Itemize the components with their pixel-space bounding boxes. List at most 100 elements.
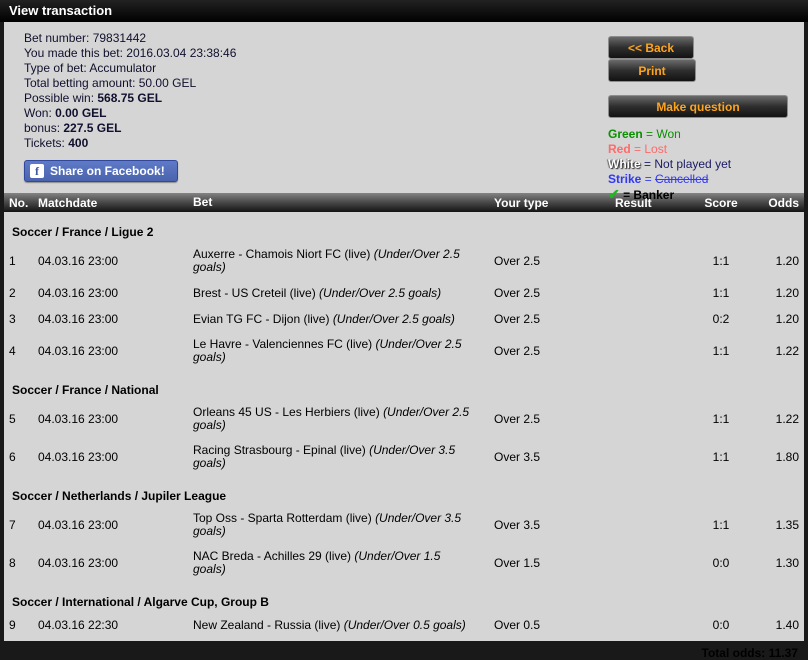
share-facebook-label: Share on Facebook! [50,164,165,178]
info-label: You made this bet: [24,46,126,60]
row-number: 9 [4,618,38,632]
info-label: Won: [24,106,55,120]
view-transaction-window: View transaction Bet number: 79831442You… [0,0,808,645]
info-value: 0.00 GEL [55,106,106,120]
bet-cell: Evian TG FC - Dijon (live) (Under/Over 2… [193,313,489,326]
info-line: Won: 0.00 GEL [24,106,236,121]
col-no: No. [4,196,38,210]
bet-info: Bet number: 79831442You made this bet: 2… [24,31,236,182]
odds: 1.35 [743,518,804,532]
info-value: 568.75 GEL [97,91,162,105]
legend-value: Lost [644,142,667,156]
share-facebook-button[interactable]: f Share on Facebook! [24,160,178,182]
page-title: View transaction [0,0,808,22]
actions-column: << Back Print Make question Green = WonR… [608,36,790,203]
score: 1:1 [699,254,743,268]
matchdate: 04.03.16 23:00 [38,286,193,300]
info-value: 227.5 GEL [63,121,121,135]
your-type: Over 0.5 [489,618,611,632]
info-label: Possible win: [24,91,97,105]
col-your-type: Your type [489,196,611,210]
legend-equals: = [620,188,634,202]
legend-item-banker: ✔ = Banker [608,187,790,203]
back-button[interactable]: << Back [608,36,694,59]
info-value: 400 [68,136,88,150]
legend-value: Banker [633,188,674,202]
matchdate: 04.03.16 23:00 [38,556,193,570]
info-value: 50.00 GEL [139,76,196,90]
info-label: Tickets: [24,136,68,150]
bet-name: Orleans 45 US - Les Herbiers (live) [193,405,383,419]
legend-key: Red [608,142,631,156]
legend: Green = WonRed = LostWhite = Not played … [608,127,790,203]
legend-item-cancelled: Strike = Cancelled [608,172,790,187]
row-number: 2 [4,286,38,300]
row-number: 3 [4,312,38,326]
legend-equals: = [641,157,655,171]
info-line: Tickets: 400 [24,136,236,151]
col-bet: Bet [193,196,489,209]
bet-row: 904.03.16 22:30New Zealand - Russia (liv… [4,612,804,638]
legend-equals: = [643,127,657,141]
score: 1:1 [699,518,743,532]
your-type: Over 1.5 [489,556,611,570]
legend-item-lost: Red = Lost [608,142,790,157]
info-line: You made this bet: 2016.03.04 23:38:46 [24,46,236,61]
row-number: 5 [4,412,38,426]
matchdate: 04.03.16 23:00 [38,412,193,426]
info-value: Accumulator [89,61,156,75]
print-button[interactable]: Print [608,59,696,82]
legend-key: Strike [608,172,641,186]
info-line: bonus: 227.5 GEL [24,121,236,136]
odds: 1.20 [743,312,804,326]
bet-cell: Top Oss - Sparta Rotterdam (live) (Under… [193,512,489,538]
bet-row: 604.03.16 23:00Racing Strasbourg - Epina… [4,438,804,476]
odds: 1.20 [743,286,804,300]
bet-cell: Orleans 45 US - Les Herbiers (live) (Und… [193,406,489,432]
your-type: Over 2.5 [489,412,611,426]
bet-detail: (Under/Over 2.5 goals) [333,312,455,326]
score: 1:1 [699,344,743,358]
matchdate: 04.03.16 23:00 [38,254,193,268]
row-number: 7 [4,518,38,532]
league-header: Soccer / France / Ligue 2 [4,212,804,242]
info-label: Total betting amount: [24,76,139,90]
bet-detail: (Under/Over 2.5 goals) [319,286,441,300]
bet-name: Racing Strasbourg - Epinal (live) [193,443,369,457]
legend-value: Cancelled [655,172,708,186]
bet-name: NAC Breda - Achilles 29 (live) [193,549,354,563]
bet-name: Auxerre - Chamois Niort FC (live) [193,247,374,261]
odds: 1.22 [743,344,804,358]
bet-info-lines: Bet number: 79831442You made this bet: 2… [24,31,236,151]
league-header: Soccer / Netherlands / Jupiler League [4,476,804,506]
total-odds-value: 11.37 [769,646,798,660]
score: 0:2 [699,312,743,326]
info-label: Type of bet: [24,61,89,75]
bet-name: Brest - US Creteil (live) [193,286,319,300]
bet-row: 804.03.16 23:00NAC Breda - Achilles 29 (… [4,544,804,582]
total-odds-label: Total odds: [702,646,766,660]
bet-cell: New Zealand - Russia (live) (Under/Over … [193,619,489,632]
row-number: 4 [4,344,38,358]
odds: 1.80 [743,450,804,464]
your-type: Over 2.5 [489,286,611,300]
content-area: Bet number: 79831442You made this bet: 2… [4,22,804,641]
odds: 1.40 [743,618,804,632]
bet-table-body: Soccer / France / Ligue 2104.03.16 23:00… [4,212,804,638]
bet-cell: Brest - US Creteil (live) (Under/Over 2.… [193,287,489,300]
make-question-button[interactable]: Make question [608,95,788,118]
odds: 1.20 [743,254,804,268]
legend-key: Green [608,127,643,141]
matchdate: 04.03.16 23:00 [38,518,193,532]
row-number: 8 [4,556,38,570]
odds: 1.30 [743,556,804,570]
bet-row: 104.03.16 23:00Auxerre - Chamois Niort F… [4,242,804,280]
legend-value: Won [656,127,680,141]
bet-row: 404.03.16 23:00Le Havre - Valenciennes F… [4,332,804,370]
legend-item-notplayed: White = Not played yet [608,157,790,172]
bet-name: New Zealand - Russia (live) [193,618,344,632]
summary-area: Bet number: 79831442You made this bet: 2… [4,22,804,193]
bet-row: 204.03.16 23:00Brest - US Creteil (live)… [4,280,804,306]
info-line: Total betting amount: 50.00 GEL [24,76,236,91]
your-type: Over 2.5 [489,254,611,268]
